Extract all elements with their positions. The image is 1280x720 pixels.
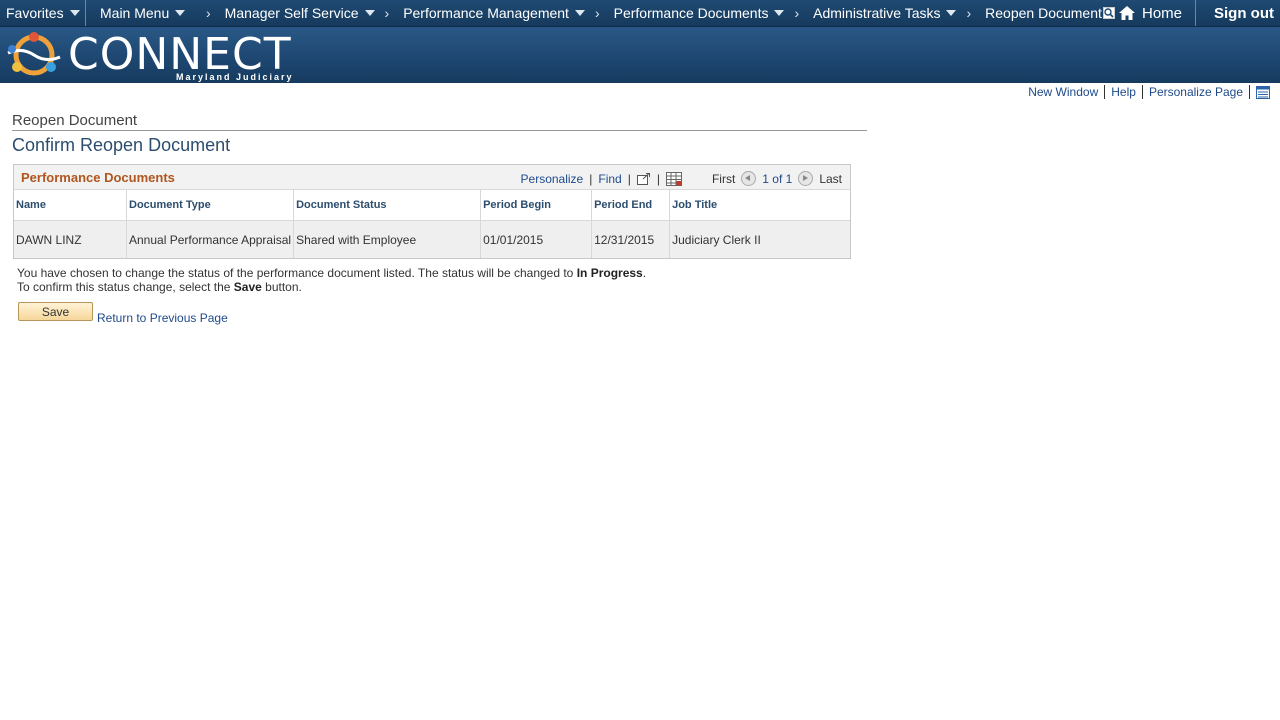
link-divider xyxy=(1249,85,1250,99)
header-banner: CONNECT Maryland Judiciary xyxy=(0,27,1280,83)
documents-table: Name Document Type Document Status Perio… xyxy=(14,190,850,258)
nav-crumb-performance-documents[interactable]: Performance Documents xyxy=(614,0,785,26)
cell-document-status: Shared with Employee xyxy=(293,220,482,258)
nav-crumb-label: Performance Management xyxy=(403,5,569,21)
toolbar-divider: | xyxy=(589,171,593,186)
breadcrumb-chevron-icon: › xyxy=(794,5,800,21)
next-arrow-icon[interactable] xyxy=(798,171,814,186)
grid-first-label: First xyxy=(711,171,736,186)
grid-header: Performance Documents Personalize | Find… xyxy=(14,165,850,190)
logo-subtitle: Maryland Judiciary xyxy=(176,72,294,82)
column-header-name[interactable]: Name xyxy=(14,190,127,221)
toolbar-divider: | xyxy=(627,171,631,186)
grid-toolbar: Personalize | Find | | First 1 of 1 Last xyxy=(521,171,842,186)
nav-crumb-performance-management[interactable]: Performance Management xyxy=(403,0,585,26)
cell-period-begin: 01/01/2015 xyxy=(480,220,593,258)
home-link[interactable]: Home xyxy=(1118,0,1182,26)
page-layout-icon[interactable] xyxy=(1256,85,1270,99)
personalize-page-link[interactable]: Personalize Page xyxy=(1149,85,1243,99)
performance-documents-grid: Performance Documents Personalize | Find… xyxy=(13,164,851,259)
column-header-period-end[interactable]: Period End xyxy=(591,190,671,221)
grid-last-label: Last xyxy=(819,171,842,186)
return-to-previous-page-link[interactable]: Return to Previous Page xyxy=(97,311,228,325)
grid-personalize-link[interactable]: Personalize xyxy=(521,172,584,186)
chevron-down-icon xyxy=(364,10,375,16)
message-text: You have chosen to change the status of … xyxy=(17,266,577,280)
home-icon xyxy=(1119,6,1135,20)
previous-arrow-icon[interactable] xyxy=(741,171,757,186)
chevron-down-icon xyxy=(574,10,585,16)
save-reference-text: Save xyxy=(233,280,262,294)
sign-out-link[interactable]: Sign out xyxy=(1195,0,1274,26)
cell-period-end: 12/31/2015 xyxy=(591,220,671,258)
column-header-document-status[interactable]: Document Status xyxy=(293,190,482,221)
nav-crumb-label: Performance Documents xyxy=(613,5,769,21)
nav-crumb-current[interactable]: Reopen Document xyxy=(985,0,1115,26)
page-title: Confirm Reopen Document xyxy=(12,135,231,155)
view-all-icon[interactable] xyxy=(636,172,651,185)
utility-links: New Window Help Personalize Page xyxy=(1028,85,1270,99)
main-menu-label: Main Menu xyxy=(100,5,170,21)
link-divider xyxy=(1141,85,1143,99)
column-header-period-begin[interactable]: Period Begin xyxy=(480,190,593,221)
new-status-text: In Progress xyxy=(576,266,643,280)
message-text: To confirm this status change, select th… xyxy=(17,280,234,294)
nav-crumb-label: Administrative Tasks xyxy=(813,5,941,21)
table-header-row: Name Document Type Document Status Perio… xyxy=(14,190,850,221)
grid-title: Performance Documents xyxy=(21,170,175,185)
download-spreadsheet-icon[interactable] xyxy=(665,171,682,186)
table-row: DAWN LINZ Annual Performance Appraisal S… xyxy=(14,220,850,258)
breadcrumb-chevron-icon: › xyxy=(384,5,390,21)
message-line-1: You have chosen to change the status of … xyxy=(17,266,646,280)
new-window-link[interactable]: New Window xyxy=(1028,85,1098,99)
chevron-down-icon xyxy=(175,10,186,16)
breadcrumb-chevron-icon: › xyxy=(966,5,972,21)
connect-logo-icon xyxy=(7,32,61,76)
top-navigation-bar: Favorites Main Menu › Manager Self Servi… xyxy=(0,0,1280,27)
message-text: button. xyxy=(261,280,302,294)
page-breadcrumb-title: Reopen Document xyxy=(12,112,138,129)
favorites-menu[interactable]: Favorites xyxy=(0,0,85,26)
cell-document-type: Annual Performance Appraisal xyxy=(126,220,295,258)
message-text: . xyxy=(642,266,647,280)
nav-crumb-manager-self-service[interactable]: Manager Self Service xyxy=(225,0,375,26)
nav-crumb-administrative-tasks[interactable]: Administrative Tasks xyxy=(813,0,957,26)
search-page-icon[interactable] xyxy=(1102,7,1115,19)
title-divider xyxy=(12,130,867,131)
grid-page-count: 1 of 1 xyxy=(762,171,793,186)
sign-out-label: Sign out xyxy=(1214,4,1274,22)
cell-name: DAWN LINZ xyxy=(14,220,127,258)
column-header-document-type[interactable]: Document Type xyxy=(126,190,295,221)
column-header-job-title[interactable]: Job Title xyxy=(669,190,850,221)
nav-crumb-label: Manager Self Service xyxy=(224,5,359,21)
breadcrumb-chevron-icon: › xyxy=(594,5,600,21)
confirmation-message: You have chosen to change the status of … xyxy=(17,266,646,294)
link-divider xyxy=(1104,85,1106,99)
save-button[interactable]: Save xyxy=(18,302,93,321)
main-menu[interactable]: Main Menu xyxy=(86,0,196,26)
breadcrumb-chevron-icon: › xyxy=(206,5,211,21)
favorites-label: Favorites xyxy=(6,5,64,21)
home-label: Home xyxy=(1142,4,1183,22)
grid-find-link[interactable]: Find xyxy=(598,172,621,186)
message-line-2: To confirm this status change, select th… xyxy=(17,280,646,294)
cell-job-title: Judiciary Clerk II xyxy=(669,220,850,258)
chevron-down-icon xyxy=(946,10,957,16)
help-link[interactable]: Help xyxy=(1111,85,1136,99)
chevron-down-icon xyxy=(69,10,80,16)
nav-current-label: Reopen Document xyxy=(985,5,1102,21)
chevron-down-icon xyxy=(774,10,785,16)
toolbar-divider: | xyxy=(656,171,660,186)
